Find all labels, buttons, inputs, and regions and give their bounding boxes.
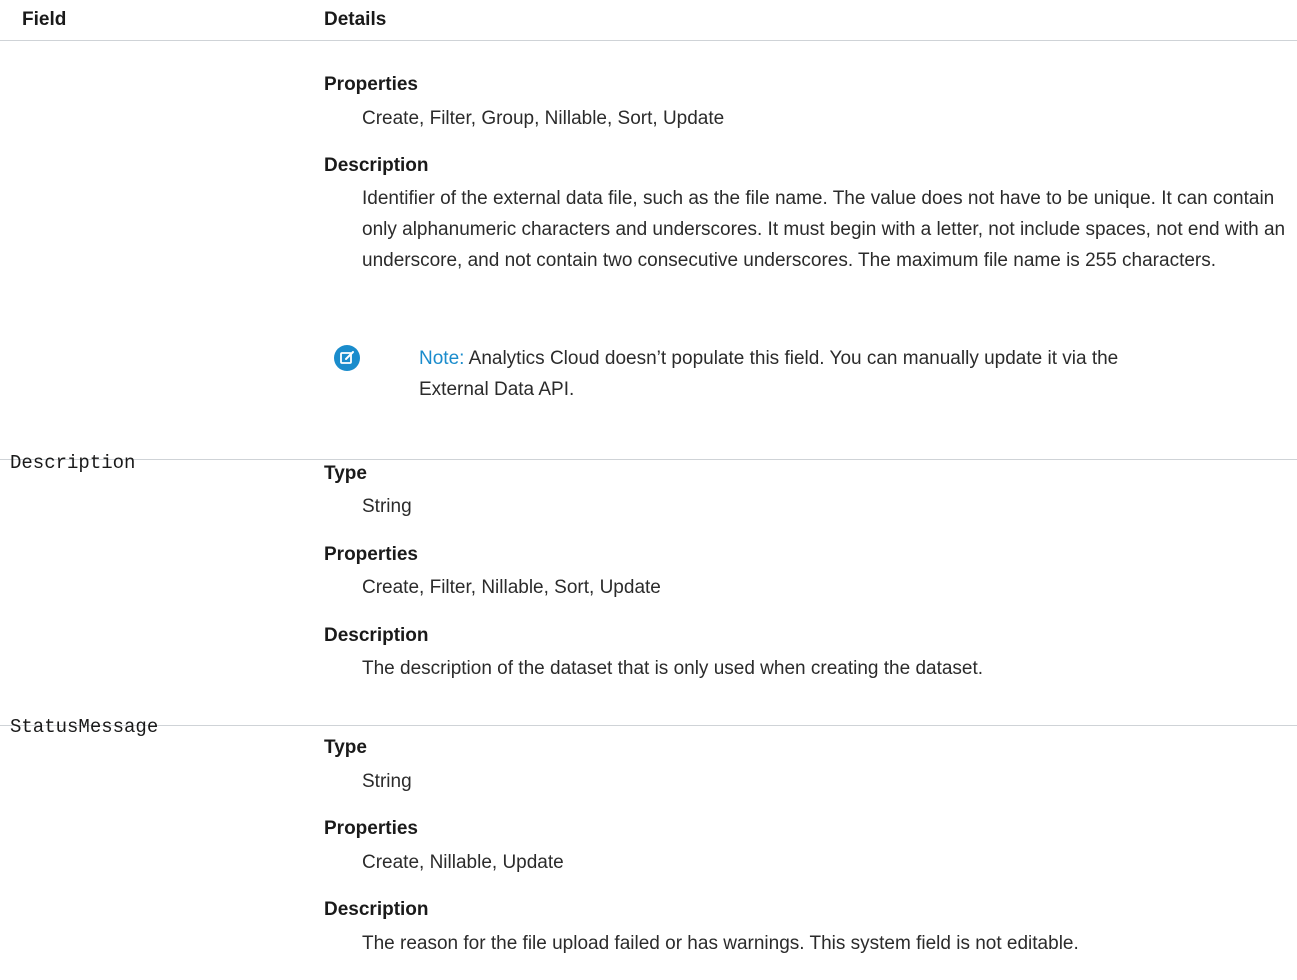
field-name-description: Description	[10, 452, 136, 474]
description-value: The reason for the file upload failed or…	[362, 933, 1079, 954]
table-row: Description Type String Properties Creat…	[0, 452, 1297, 726]
type-term: Type	[324, 737, 367, 758]
properties-term: Properties	[324, 818, 418, 839]
description-term: Description	[324, 899, 429, 920]
description-value: The description of the dataset that is o…	[362, 658, 984, 679]
edit-note-icon	[334, 345, 360, 371]
properties-value: Create, Filter, Nillable, Sort, Update	[362, 577, 661, 598]
description-value: Identifier of the external data file, su…	[362, 188, 1286, 271]
note-callout: Note: Analytics Cloud doesn’t populate t…	[334, 343, 1254, 405]
table-row: StatusMessage Type String Properties Cre…	[0, 716, 1297, 980]
properties-value: Create, Filter, Group, Nillable, Sort, U…	[362, 108, 725, 129]
type-value: String	[362, 771, 412, 792]
description-term: Description	[324, 625, 429, 646]
type-term: Type	[324, 463, 367, 484]
note-text-line2: External Data API.	[419, 379, 575, 400]
properties-value: Create, Nillable, Update	[362, 852, 564, 873]
description-term: Description	[324, 155, 429, 176]
properties-term: Properties	[324, 74, 418, 95]
table-header: Field Details	[0, 0, 1297, 41]
note-text-line1: Analytics Cloud doesn’t populate this fi…	[468, 348, 1119, 369]
note-label: Note:	[419, 348, 465, 369]
field-name-statusmessage: StatusMessage	[10, 716, 159, 738]
properties-term: Properties	[324, 544, 418, 565]
column-header-field: Field	[22, 9, 67, 30]
column-header-details: Details	[324, 9, 387, 30]
table-row: Properties Create, Filter, Group, Nillab…	[0, 41, 1297, 460]
type-value: String	[362, 496, 412, 517]
